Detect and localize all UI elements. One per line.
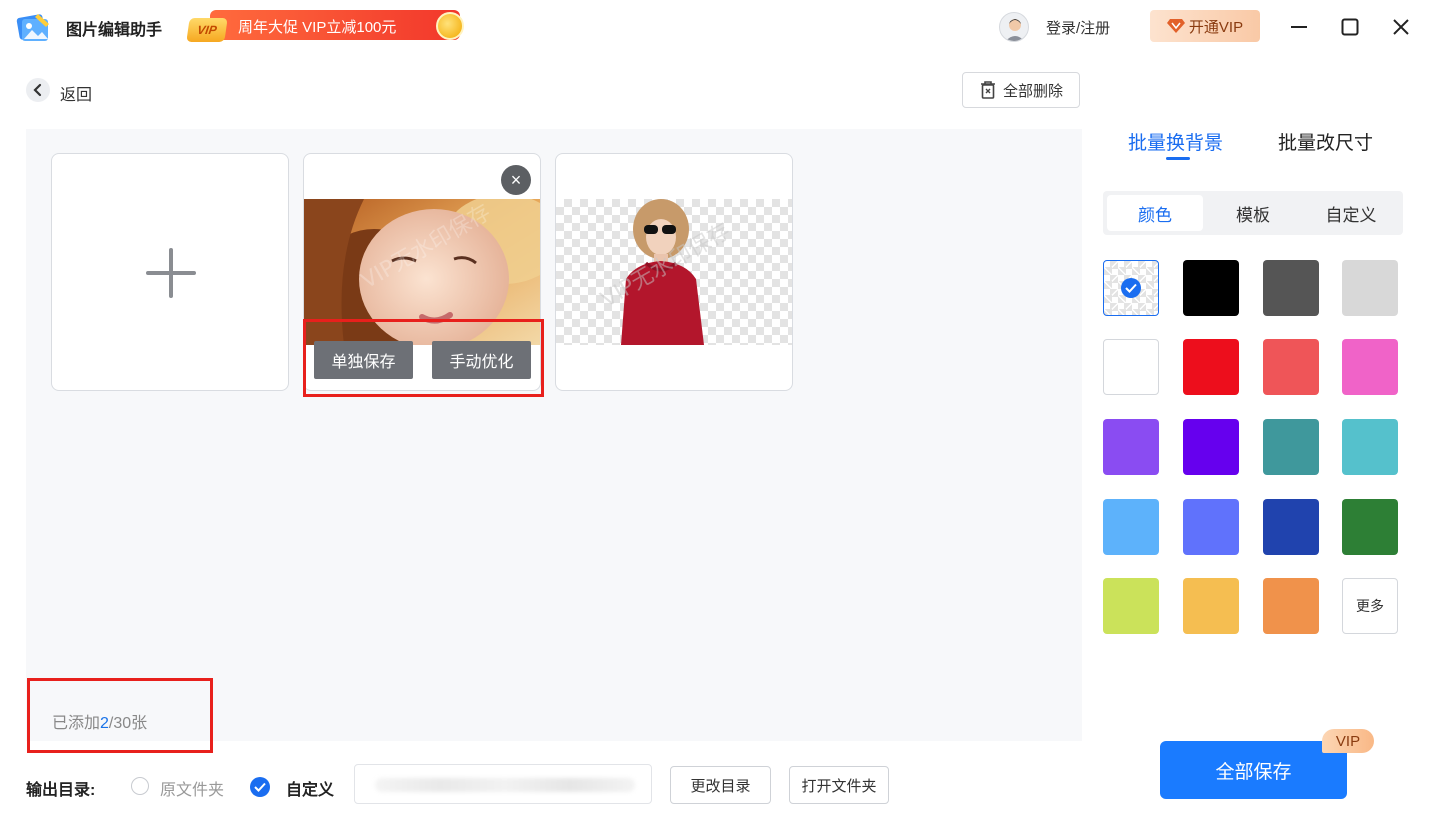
promo-banner[interactable]: VIP 周年大促 VIP立减100元 (186, 8, 466, 44)
delete-all-button[interactable]: 全部删除 (962, 72, 1080, 108)
added-count-number: 2 (100, 715, 109, 732)
maximize-icon (1341, 18, 1359, 36)
selected-check-icon (1121, 278, 1141, 298)
swatch-color[interactable] (1183, 419, 1239, 475)
plus-icon-vertical (169, 248, 173, 298)
seg-template[interactable]: 模板 (1205, 195, 1301, 231)
open-vip-label: 开通VIP (1188, 18, 1244, 36)
image-card[interactable]: VIP无水印保存 (555, 153, 793, 391)
minimize-button[interactable] (1284, 12, 1314, 42)
swatch-color[interactable] (1342, 260, 1398, 316)
remove-image-button[interactable]: × (501, 165, 531, 195)
swatch-color[interactable] (1263, 260, 1319, 316)
back-label[interactable]: 返回 (60, 81, 92, 105)
seg-color[interactable]: 颜色 (1107, 195, 1203, 231)
user-avatar-icon[interactable] (999, 12, 1029, 42)
swatch-color[interactable] (1183, 339, 1239, 395)
diamond-icon (1166, 19, 1185, 33)
save-all-button[interactable]: 全部保存 (1160, 741, 1347, 799)
change-dir-button[interactable]: 更改目录 (670, 766, 771, 804)
radio-original-folder-label[interactable]: 原文件夹 (160, 776, 224, 800)
save-all-vip-badge: VIP (1322, 729, 1374, 753)
swatch-color[interactable] (1342, 419, 1398, 475)
added-count: 已添加2/30张 (52, 709, 147, 733)
chevron-left-icon (33, 83, 42, 97)
swatch-color[interactable] (1103, 578, 1159, 634)
minimize-icon (1291, 26, 1307, 28)
swatch-color[interactable] (1263, 339, 1319, 395)
tab-underline (1166, 157, 1190, 160)
radio-custom-folder-label[interactable]: 自定义 (286, 776, 334, 800)
open-folder-button[interactable]: 打开文件夹 (789, 766, 889, 804)
tab-batch-background[interactable]: 批量换背景 (1128, 128, 1223, 155)
more-colors-button[interactable]: 更多 (1342, 578, 1398, 634)
app-title: 图片编辑助手 (66, 22, 163, 39)
swatch-color[interactable] (1183, 578, 1239, 634)
swatch-color[interactable] (1263, 419, 1319, 475)
highlight-box-buttons (303, 319, 544, 397)
swatch-color[interactable] (1183, 499, 1239, 555)
cutout-photo: VIP无水印保存 (556, 199, 792, 345)
close-icon (1393, 19, 1409, 35)
close-window-button[interactable] (1386, 12, 1416, 42)
output-path-field[interactable] (354, 764, 652, 804)
check-icon (254, 782, 266, 792)
seg-custom[interactable]: 自定义 (1303, 195, 1399, 231)
swatch-transparent[interactable] (1103, 260, 1159, 316)
tab-batch-resize[interactable]: 批量改尺寸 (1278, 128, 1373, 155)
background-type-segmented: 颜色 模板 自定义 (1103, 191, 1403, 235)
promo-text: 周年大促 VIP立减100元 (238, 19, 397, 36)
delete-all-label: 全部删除 (1002, 82, 1063, 100)
trash-icon (980, 81, 995, 99)
swatch-color[interactable] (1263, 578, 1319, 634)
added-count-suffix: /30张 (108, 715, 148, 732)
swatch-color[interactable] (1342, 339, 1398, 395)
add-image-card[interactable] (51, 153, 289, 391)
radio-custom-folder[interactable] (250, 777, 270, 797)
added-count-prefix: 已添加 (52, 715, 101, 732)
blurred-path (375, 778, 635, 792)
output-dir-label: 输出目录: (26, 782, 96, 799)
swatch-color[interactable] (1263, 499, 1319, 555)
open-vip-button[interactable]: 开通VIP (1150, 10, 1260, 42)
back-button[interactable] (26, 78, 50, 102)
login-register-link[interactable]: 登录/注册 (1046, 17, 1110, 38)
promo-vip-badge: VIP (186, 18, 228, 42)
image-canvas: VIP无水印保存 × 单独保存 手动优化 VIP无水印保存 (26, 129, 1082, 753)
swatch-color[interactable] (1342, 499, 1398, 555)
maximize-button[interactable] (1335, 12, 1365, 42)
swatch-color[interactable] (1183, 260, 1239, 316)
app-logo-icon (16, 10, 52, 44)
coin-icon (436, 12, 464, 40)
swatch-color[interactable] (1103, 339, 1159, 395)
radio-original-folder[interactable] (131, 777, 149, 795)
swatch-color[interactable] (1103, 419, 1159, 475)
swatch-color[interactable] (1103, 499, 1159, 555)
